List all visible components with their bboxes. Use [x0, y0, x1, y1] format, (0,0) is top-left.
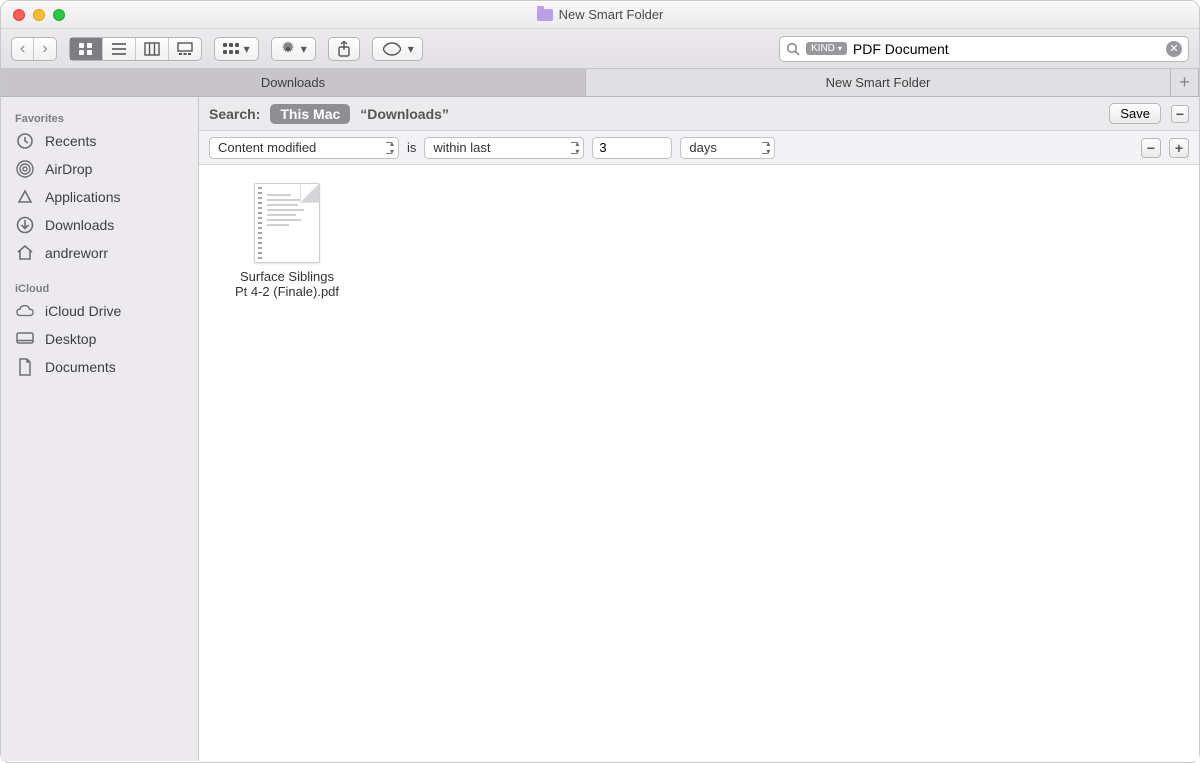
sidebar-item-label: iCloud Drive: [45, 303, 121, 319]
action-menu[interactable]: ▾: [271, 37, 316, 61]
cloud-icon: [15, 302, 35, 320]
remove-criteria-button[interactable]: −: [1141, 138, 1161, 158]
titlebar: New Smart Folder: [1, 1, 1199, 29]
sidebar-item-label: Documents: [45, 359, 116, 375]
tab-label: Downloads: [261, 75, 325, 90]
sidebar: Favorites Recents AirDrop Applications D…: [1, 97, 199, 761]
new-tab-button[interactable]: +: [1171, 69, 1199, 96]
popup-value: days: [689, 140, 716, 155]
chevron-down-icon: ▾: [301, 42, 307, 56]
sidebar-item-recents[interactable]: Recents: [1, 127, 198, 155]
gallery-view-button[interactable]: [169, 38, 201, 60]
file-item[interactable]: Surface Siblings Pt 4-2 (Finale).pdf: [217, 183, 357, 299]
tab-new-smart-folder[interactable]: New Smart Folder: [586, 69, 1171, 96]
column-view-button[interactable]: [136, 38, 169, 60]
clock-icon: [15, 132, 35, 150]
sidebar-item-label: Recents: [45, 133, 96, 149]
sidebar-item-label: andreworr: [45, 245, 108, 261]
minimize-window-button[interactable]: [33, 9, 45, 21]
save-search-button[interactable]: Save: [1109, 103, 1161, 124]
download-icon: [15, 216, 35, 234]
search-label: Search:: [209, 106, 260, 122]
chevron-down-icon: ▾: [408, 42, 414, 56]
group-menu[interactable]: ▾: [214, 37, 259, 61]
sidebar-item-desktop[interactable]: Desktop: [1, 325, 198, 353]
sidebar-heading-favorites: Favorites: [1, 107, 198, 127]
applications-icon: [15, 188, 35, 206]
search-token-label: KIND: [811, 43, 835, 54]
desktop-icon: [15, 330, 35, 348]
sidebar-item-airdrop[interactable]: AirDrop: [1, 155, 198, 183]
popup-value: Content modified: [218, 140, 316, 155]
scope-this-mac[interactable]: This Mac: [270, 104, 350, 124]
criteria-comparator-popup[interactable]: within last ▴▾: [424, 137, 584, 159]
sidebar-item-label: AirDrop: [45, 161, 92, 177]
sidebar-heading-icloud: iCloud: [1, 277, 198, 297]
sidebar-item-label: Downloads: [45, 217, 114, 233]
results-area[interactable]: Surface Siblings Pt 4-2 (Finale).pdf: [199, 165, 1199, 761]
home-icon: [15, 244, 35, 262]
share-button[interactable]: [328, 37, 360, 61]
criteria-attribute-popup[interactable]: Content modified ▴▾: [209, 137, 399, 159]
criteria-row: Content modified ▴▾ is within last ▴▾ da…: [199, 131, 1199, 165]
toolbar: ‹ › ▾ ▾ ▾: [1, 29, 1199, 69]
sidebar-item-label: Desktop: [45, 331, 96, 347]
view-switcher: [69, 37, 202, 61]
tags-menu[interactable]: ▾: [372, 37, 423, 61]
sidebar-item-home[interactable]: andreworr: [1, 239, 198, 267]
scope-downloads[interactable]: “Downloads”: [360, 106, 449, 122]
search-scope-bar: Search: This Mac “Downloads” Save −: [199, 97, 1199, 131]
search-kind-token[interactable]: KIND▾: [806, 42, 847, 55]
criteria-unit-popup[interactable]: days ▴▾: [680, 137, 775, 159]
sidebar-item-downloads[interactable]: Downloads: [1, 211, 198, 239]
forward-button[interactable]: ›: [34, 38, 55, 60]
sidebar-item-label: Applications: [45, 189, 121, 205]
icon-view-button[interactable]: [70, 38, 103, 60]
search-field[interactable]: KIND▾ ✕: [779, 36, 1189, 62]
airdrop-icon: [15, 160, 35, 178]
sidebar-item-icloud-drive[interactable]: iCloud Drive: [1, 297, 198, 325]
add-criteria-button[interactable]: +: [1169, 138, 1189, 158]
tab-label: New Smart Folder: [826, 75, 931, 90]
clear-search-button[interactable]: ✕: [1166, 41, 1182, 57]
back-button[interactable]: ‹: [12, 38, 34, 60]
smart-folder-icon: [537, 9, 553, 21]
window-title: New Smart Folder: [559, 7, 664, 22]
search-icon: [786, 42, 800, 56]
sidebar-item-documents[interactable]: Documents: [1, 353, 198, 381]
chevron-down-icon: ▾: [244, 42, 250, 56]
criteria-is-label: is: [407, 140, 416, 155]
close-window-button[interactable]: [13, 9, 25, 21]
zoom-window-button[interactable]: [53, 9, 65, 21]
pdf-thumbnail-icon: [254, 183, 320, 263]
nav-buttons: ‹ ›: [11, 37, 57, 61]
sidebar-item-applications[interactable]: Applications: [1, 183, 198, 211]
search-input[interactable]: [853, 41, 1160, 57]
file-name: Surface Siblings Pt 4-2 (Finale).pdf: [235, 269, 339, 299]
tabstrip: Downloads New Smart Folder +: [1, 69, 1199, 97]
popup-value: within last: [433, 140, 490, 155]
collapse-criteria-button[interactable]: −: [1171, 105, 1189, 123]
criteria-value-input[interactable]: [592, 137, 672, 159]
main-area: Search: This Mac “Downloads” Save − Cont…: [199, 97, 1199, 761]
document-icon: [15, 358, 35, 376]
list-view-button[interactable]: [103, 38, 136, 60]
tab-downloads[interactable]: Downloads: [1, 69, 586, 96]
